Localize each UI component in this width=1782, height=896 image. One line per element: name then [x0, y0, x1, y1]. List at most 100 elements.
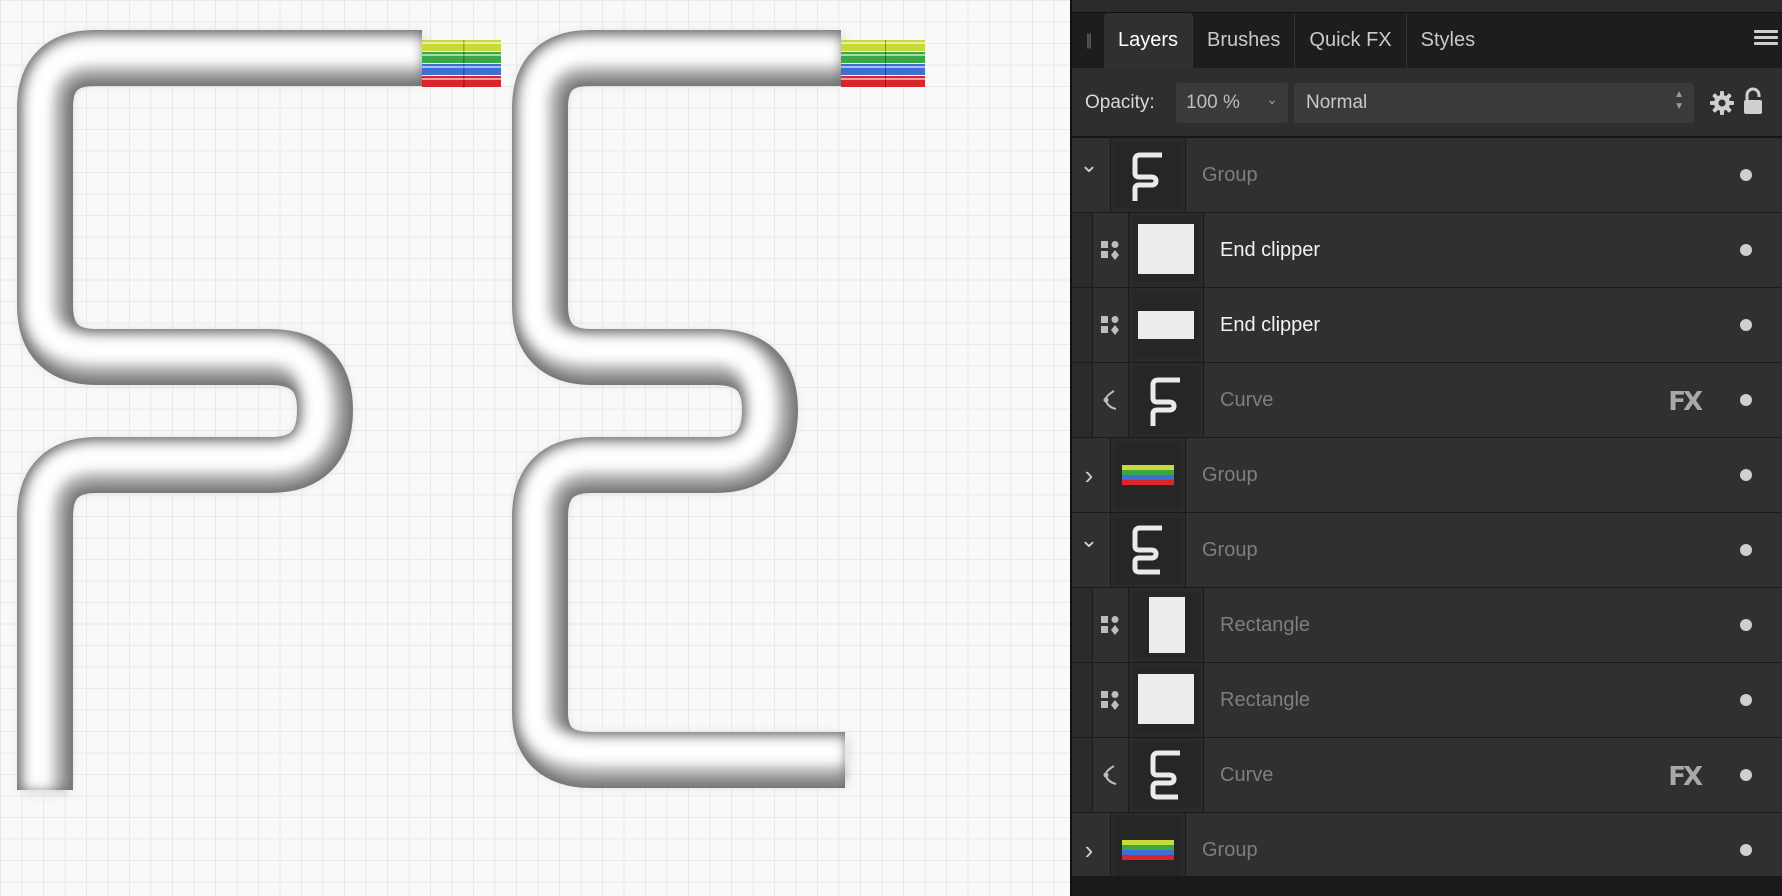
chevron-down-icon[interactable]: ⌄ [1072, 503, 1106, 577]
wire-strand [841, 76, 925, 87]
wire-strand [422, 64, 501, 75]
cable-f-icon [1150, 377, 1180, 426]
mask-layer-icon [1092, 213, 1128, 287]
layer-thumbnail[interactable] [1128, 663, 1204, 737]
tab-layers[interactable]: Layers [1104, 13, 1194, 68]
cable-f-icon [1132, 152, 1162, 201]
layer-thumbnail-frame [1133, 592, 1199, 658]
layer-thumbnail[interactable] [1128, 738, 1204, 812]
layer-thumbnail-frame [1133, 217, 1199, 283]
layer-name[interactable]: Rectangle [1220, 689, 1310, 712]
layer-row[interactable]: End clipper [1072, 213, 1782, 288]
layer-options-bar: Opacity: 100 % ⌄ Normal ▲ ▼ [1072, 68, 1782, 138]
panel-grip-handle[interactable]: || [1072, 13, 1104, 68]
layer-name[interactable]: End clipper [1220, 314, 1320, 337]
tab-styles[interactable]: Styles [1407, 13, 1489, 68]
visibility-toggle[interactable] [1740, 469, 1752, 481]
mask-layer-icon [1092, 588, 1128, 662]
wire-highlight [422, 54, 501, 56]
layer-thumbnail-frame [1115, 142, 1181, 208]
visibility-toggle[interactable] [1740, 319, 1752, 331]
visibility-toggle[interactable] [1740, 769, 1752, 781]
wire-strand [422, 52, 501, 63]
wire-strand [422, 76, 501, 87]
layer-name[interactable]: Group [1202, 539, 1258, 562]
visibility-toggle[interactable] [1740, 544, 1752, 556]
layer-row[interactable]: ⌄ Group [1072, 513, 1782, 588]
layer-thumbnail[interactable] [1110, 513, 1186, 587]
mask-layer-icon [1092, 663, 1128, 737]
layer-name[interactable]: Group [1202, 464, 1258, 487]
panel-menu-icon[interactable] [1754, 27, 1778, 49]
layer-thumbnail-frame [1133, 667, 1199, 733]
wire-highlight [841, 66, 925, 68]
fx-icon[interactable]: FX [1668, 762, 1703, 792]
layer-row[interactable]: Curve FX [1072, 363, 1782, 438]
layer-name[interactable]: Rectangle [1220, 614, 1310, 637]
layer-thumbnail-frame [1133, 367, 1199, 433]
opacity-value: 100 % [1186, 92, 1240, 113]
lock-icon[interactable] [1742, 86, 1764, 116]
wire-highlight [422, 66, 501, 68]
layer-thumbnail[interactable] [1128, 588, 1204, 662]
layer-name[interactable]: Curve [1220, 389, 1273, 412]
cable-f-shape[interactable] [17, 29, 422, 790]
wire-highlight [422, 78, 501, 80]
layer-row[interactable]: ⌄ Group [1072, 138, 1782, 213]
fx-icon[interactable]: FX [1668, 387, 1703, 417]
panel-bottom-bar [1072, 876, 1782, 896]
layer-name[interactable]: Group [1202, 839, 1258, 862]
cable-e-icon [1150, 750, 1180, 800]
wire-highlight [422, 42, 501, 44]
canvas-artwork [17, 29, 925, 790]
document-canvas[interactable] [0, 0, 1070, 896]
layers-list: ⌄ Group End clipper End clipper Curve FX › Grou… [1072, 138, 1782, 888]
visibility-toggle[interactable] [1740, 694, 1752, 706]
opacity-field[interactable]: 100 % ⌄ [1176, 83, 1288, 123]
visibility-toggle[interactable] [1740, 169, 1752, 181]
chevron-right-icon[interactable]: › [1072, 438, 1106, 512]
tab-quick-fx[interactable]: Quick FX [1295, 13, 1407, 68]
layer-thumbnail[interactable] [1128, 288, 1204, 362]
wires-thumb [1122, 465, 1174, 485]
layer-row[interactable]: Rectangle [1072, 663, 1782, 738]
visibility-toggle[interactable] [1740, 844, 1752, 856]
wire-strand [422, 40, 501, 51]
wire-bundle-2[interactable] [841, 40, 925, 88]
visibility-toggle[interactable] [1740, 244, 1752, 256]
wire-strand [841, 64, 925, 75]
layer-row[interactable]: Curve FX [1072, 738, 1782, 813]
layer-row[interactable]: › Group [1072, 438, 1782, 513]
layer-thumbnail-frame [1115, 517, 1181, 583]
wire-strand [841, 40, 925, 51]
cable-e-shape[interactable] [512, 29, 845, 788]
chevron-down-icon[interactable]: ⌄ [1072, 128, 1106, 202]
wire-bundle-1[interactable] [422, 40, 501, 88]
blend-mode-value: Normal [1306, 92, 1368, 113]
up-down-chevron-icon: ▲ ▼ [1674, 89, 1684, 112]
gear-icon[interactable] [1709, 90, 1735, 116]
panel-top-strip [1072, 0, 1782, 13]
mask-layer-icon [1092, 288, 1128, 362]
layer-row[interactable]: Rectangle [1072, 588, 1782, 663]
layer-thumbnail[interactable] [1110, 138, 1186, 212]
wires-thumb [1122, 840, 1174, 860]
layer-thumbnail[interactable] [1128, 363, 1204, 437]
visibility-toggle[interactable] [1740, 394, 1752, 406]
blend-mode-select[interactable]: Normal ▲ ▼ [1294, 83, 1694, 123]
wire-strand [841, 52, 925, 63]
layer-thumbnail[interactable] [1110, 438, 1186, 512]
square-thumb [1138, 224, 1194, 274]
layer-name[interactable]: End clipper [1220, 239, 1320, 262]
tab-brushes[interactable]: Brushes [1193, 13, 1296, 68]
layer-thumbnail[interactable] [1128, 213, 1204, 287]
visibility-toggle[interactable] [1740, 619, 1752, 631]
curve-layer-icon [1092, 363, 1128, 437]
square-thumb [1138, 674, 1194, 724]
layer-name[interactable]: Group [1202, 164, 1258, 187]
layer-thumbnail-frame [1115, 817, 1181, 883]
chevron-down-icon[interactable]: ⌄ [1266, 91, 1278, 108]
layer-row[interactable]: End clipper [1072, 288, 1782, 363]
layer-name[interactable]: Curve [1220, 764, 1273, 787]
wire-highlight [841, 78, 925, 80]
